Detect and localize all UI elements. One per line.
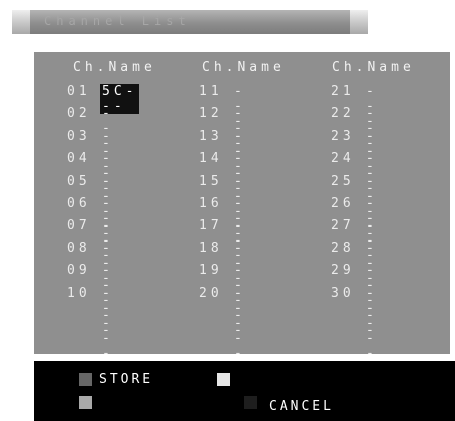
column-header-1: Ch.Name [73,60,156,75]
cancel-button[interactable]: CANCEL [269,399,334,414]
channel-number: 18 [199,241,223,256]
store-key-secondary-icon [79,396,92,409]
channel-number: 15 [199,174,223,189]
title-bar-right-cap [350,10,368,34]
channel-number: 11 [199,84,223,99]
channel-number: 30 [331,286,355,301]
channel-number: 13 [199,129,223,144]
footer-bar [34,361,455,421]
channel-name[interactable]: ----- [366,286,378,361]
title-bar-left-cap [12,10,30,34]
store-key-icon [79,373,92,386]
channel-number: 19 [199,263,223,278]
channel-number: 21 [331,84,355,99]
channel-number: 27 [331,218,355,233]
cancel-key-secondary-icon [244,396,257,409]
channel-number: 09 [67,263,91,278]
cancel-key-icon [217,373,230,386]
channel-number: 12 [199,106,223,121]
channel-number: 01 [67,84,91,99]
channel-number: 02 [67,106,91,121]
channel-number: 16 [199,196,223,211]
channel-number: 29 [331,263,355,278]
channel-number: 24 [331,151,355,166]
window-title: Channel List [44,14,191,28]
channel-number: 17 [199,218,223,233]
channel-name[interactable]: ----- [102,286,114,361]
channel-number: 05 [67,174,91,189]
channel-number: 14 [199,151,223,166]
channel-number: 06 [67,196,91,211]
channel-number: 22 [331,106,355,121]
store-button[interactable]: STORE [99,372,153,387]
channel-name[interactable]: ----- [234,286,246,361]
channel-number: 07 [67,218,91,233]
channel-number: 08 [67,241,91,256]
channel-number: 04 [67,151,91,166]
channel-number: 20 [199,286,223,301]
channel-number: 25 [331,174,355,189]
channel-number: 10 [67,286,91,301]
channel-number: 28 [331,241,355,256]
column-header-3: Ch.Name [332,60,415,75]
channel-number: 26 [331,196,355,211]
channel-number: 03 [67,129,91,144]
channel-number: 23 [331,129,355,144]
column-header-2: Ch.Name [202,60,285,75]
